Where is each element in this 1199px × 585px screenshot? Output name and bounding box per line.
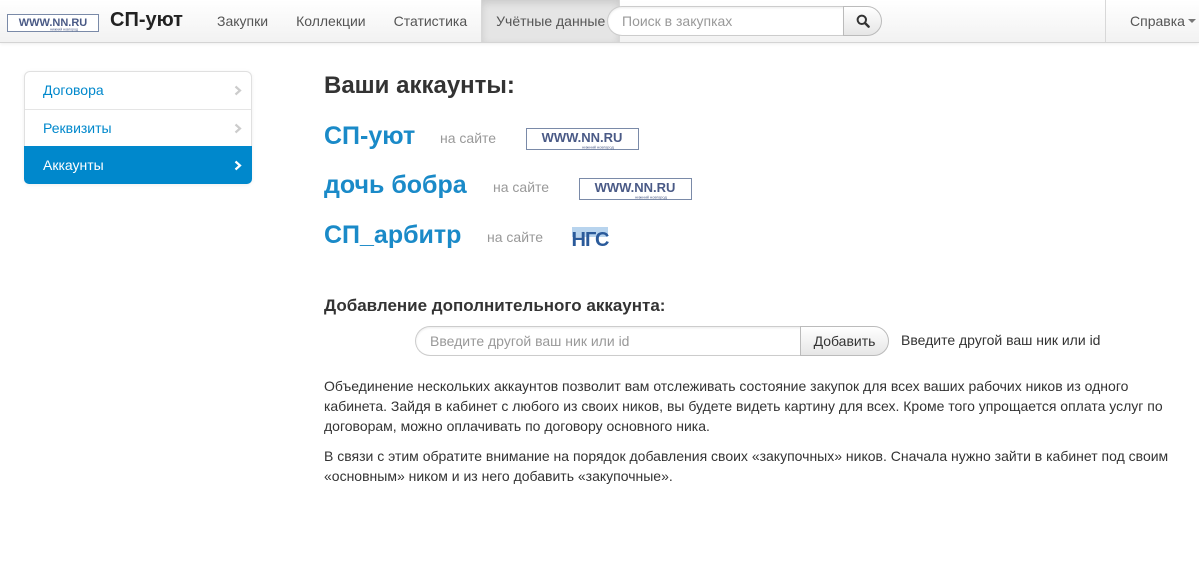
caret-down-icon bbox=[1188, 19, 1196, 23]
svg-text:нижний новгород: нижний новгород bbox=[50, 28, 78, 32]
search-input[interactable] bbox=[607, 6, 844, 36]
search-button[interactable] bbox=[843, 6, 882, 36]
sidebar-item-label: Договора bbox=[43, 82, 104, 98]
top-navbar: WWW.NN.RU нижний новгород СП-уют Закупки… bbox=[0, 0, 1199, 43]
add-account-hint: Введите другой ваш ник или id bbox=[901, 332, 1101, 348]
chevron-right-icon bbox=[234, 123, 242, 134]
account-row: СП_арбитр на сайте НГС bbox=[324, 221, 624, 253]
nn-ru-logo[interactable]: WWW.NN.RU нижний новгород bbox=[7, 14, 99, 32]
info-paragraph: Объединение нескольких аккаунтов позволи… bbox=[324, 378, 1163, 434]
site-label: на сайте bbox=[487, 229, 544, 245]
account-row: СП-уют на сайте WWW.NN.RU нижний новгоро… bbox=[324, 122, 654, 154]
account-row: дочь бобра на сайте WWW.NN.RU нижний нов… bbox=[324, 171, 704, 203]
nn-ru-logo: WWW.NN.RU нижний новгород bbox=[526, 128, 639, 150]
site-label: на сайте bbox=[440, 130, 497, 146]
add-account-input[interactable] bbox=[415, 326, 802, 356]
sidebar-item-label: Реквизиты bbox=[43, 120, 112, 136]
nav-item-credentials[interactable]: Учётные данные bbox=[481, 0, 621, 42]
svg-text:НГС: НГС bbox=[572, 229, 609, 251]
search-form bbox=[607, 6, 882, 36]
nav-item-purchases[interactable]: Закупки bbox=[203, 0, 282, 42]
nav-item-collections[interactable]: Коллекции bbox=[282, 0, 380, 42]
info-paragraph: В связи с этим обратите внимание на поря… bbox=[324, 448, 1169, 484]
page-title: Ваши аккаунты: bbox=[324, 72, 515, 99]
sidebar-item-contracts[interactable]: Договора bbox=[25, 72, 251, 109]
add-account-title: Добавление дополнительного аккаунта: bbox=[324, 296, 666, 315]
svg-text:WWW.NN.RU: WWW.NN.RU bbox=[595, 180, 676, 195]
svg-text:WWW.NN.RU: WWW.NN.RU bbox=[542, 130, 623, 145]
site-label: на сайте bbox=[493, 179, 550, 195]
sidebar-item-accounts[interactable]: Аккаунты bbox=[24, 146, 252, 184]
svg-text:нижний новгород: нижний новгород bbox=[582, 145, 614, 150]
nn-ru-logo: WWW.NN.RU нижний новгород bbox=[579, 178, 692, 200]
nav-item-statistics[interactable]: Статистика bbox=[380, 0, 482, 42]
svg-text:нижний новгород: нижний новгород bbox=[635, 195, 667, 200]
search-icon bbox=[856, 14, 870, 28]
sidebar-item-requisites[interactable]: Реквизиты bbox=[25, 109, 251, 146]
help-link[interactable]: Справка bbox=[1130, 0, 1185, 42]
ngs-logo: НГС bbox=[572, 227, 610, 251]
brand-name[interactable]: СП-уют bbox=[110, 9, 183, 32]
add-account-button[interactable]: Добавить bbox=[800, 326, 889, 356]
account-name-link[interactable]: дочь бобра bbox=[324, 171, 467, 200]
main-nav: Закупки Коллекции Статистика Учётные дан… bbox=[203, 0, 621, 42]
sidebar-item-label: Аккаунты bbox=[43, 157, 104, 173]
help-dropdown[interactable]: Справка bbox=[1105, 0, 1199, 42]
account-name-link[interactable]: СП_арбитр bbox=[324, 221, 461, 250]
sidebar-menu: Договора Реквизиты Аккаунты bbox=[24, 71, 252, 184]
chevron-right-icon bbox=[234, 160, 242, 171]
account-name-link[interactable]: СП-уют bbox=[324, 122, 415, 151]
chevron-right-icon bbox=[234, 85, 242, 96]
